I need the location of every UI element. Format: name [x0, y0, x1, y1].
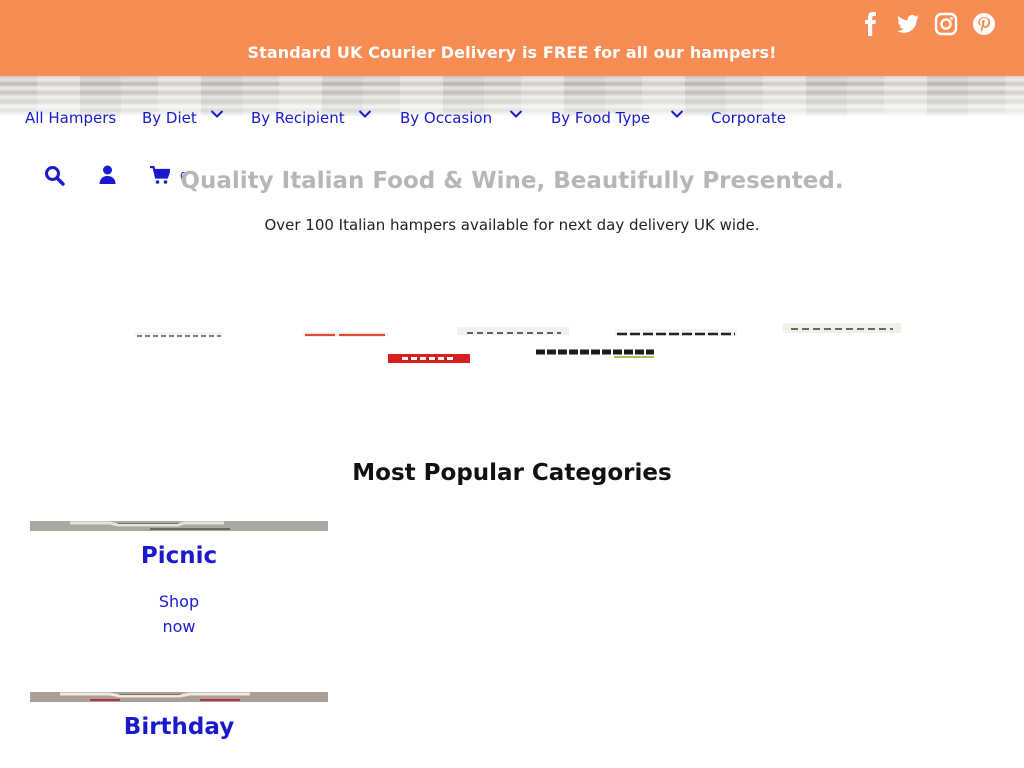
category-card: Birthday — [30, 692, 328, 740]
chevron-down-icon — [670, 110, 684, 118]
nav-by-occasion[interactable]: By Occasion — [400, 109, 523, 127]
nav-all-hampers[interactable]: All Hampers — [25, 109, 116, 127]
press-logo — [135, 322, 223, 337]
pinterest-icon[interactable] — [972, 12, 996, 36]
category-name[interactable]: Picnic — [30, 543, 328, 569]
nav-label: Corporate — [711, 109, 786, 127]
category-card: Picnic Shop now — [30, 521, 328, 639]
hello-magazine-logo — [388, 348, 470, 363]
nav-label: By Occasion — [400, 109, 493, 127]
nav-label: By Recipient — [251, 109, 345, 127]
press-logo — [783, 318, 901, 333]
chevron-down-icon — [509, 110, 523, 118]
site-tagline: Quality Italian Food & Wine, Beautifully… — [180, 168, 844, 194]
nav-by-recipient[interactable]: By Recipient — [251, 109, 372, 127]
popular-categories-heading: Most Popular Categories — [352, 460, 672, 486]
chevron-down-icon — [210, 110, 224, 118]
instagram-icon[interactable] — [934, 12, 958, 36]
twitter-icon[interactable] — [896, 12, 920, 36]
category-name[interactable]: Birthday — [30, 714, 328, 740]
nav-by-food-type[interactable]: By Food Type — [551, 109, 684, 127]
top-announcement-bar: Standard UK Courier Delivery is FREE for… — [0, 0, 1024, 76]
nav-label: All Hampers — [25, 109, 117, 127]
shop-now-link[interactable]: Shop now — [149, 589, 209, 639]
nav-corporate[interactable]: Corporate — [711, 109, 786, 127]
nav-label: By Food Type — [551, 109, 651, 127]
vegetarian-magazine-logo — [534, 345, 656, 360]
category-image[interactable] — [30, 521, 328, 531]
press-logo — [457, 320, 569, 335]
category-image[interactable] — [30, 692, 328, 702]
facebook-icon[interactable] — [860, 12, 882, 36]
nav-label: By Diet — [142, 109, 197, 127]
social-links — [860, 12, 996, 36]
nav-by-diet[interactable]: By Diet — [142, 109, 224, 127]
delivery-subline: Over 100 Italian hampers available for n… — [264, 216, 760, 234]
chevron-down-icon — [358, 110, 372, 118]
press-logo — [615, 321, 737, 336]
free-delivery-banner: Standard UK Courier Delivery is FREE for… — [247, 43, 777, 62]
press-logo — [303, 322, 389, 337]
